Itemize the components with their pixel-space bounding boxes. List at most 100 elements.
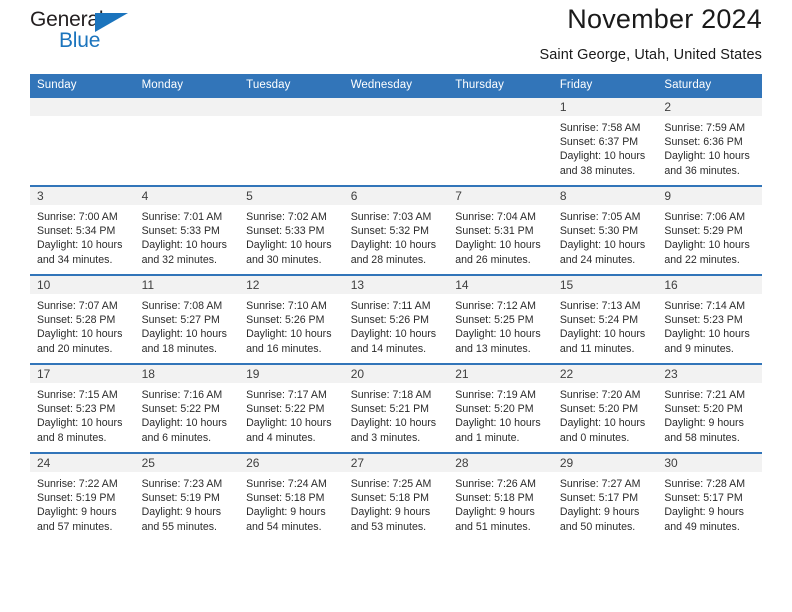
calendar-day-cell[interactable]: 30 Sunrise: 7:28 AM Sunset: 5:17 PM Dayligh… — [657, 452, 762, 542]
sunset-text: Sunset: 5:34 PM — [37, 225, 116, 238]
calendar-day-cell[interactable]: 13 Sunrise: 7:11 AM Sunset: 5:26 PM Dayligh… — [343, 274, 449, 364]
day-details: Sunrise: 7:05 AM Sunset: 5:30 PM Daylight:… — [553, 205, 658, 267]
calendar-day-cell[interactable]: 21 Sunrise: 7:19 AM Sunset: 5:20 PM Dayligh… — [448, 363, 553, 453]
day-details: Sunrise: 7:10 AM Sunset: 5:26 PM Daylight:… — [239, 294, 344, 356]
calendar-day-cell[interactable]: 10 Sunrise: 7:07 AM Sunset: 5:28 PM Dayligh… — [30, 274, 135, 364]
sunset-text: Sunset: 5:27 PM — [141, 314, 220, 327]
daylight-text: Daylight: 10 hours — [559, 150, 646, 163]
daylight-text: Daylight: 10 hours — [350, 417, 437, 430]
calendar-day-cell[interactable]: 19 Sunrise: 7:17 AM Sunset: 5:22 PM Dayligh… — [239, 363, 344, 453]
day-number: 28 — [448, 454, 553, 472]
daylight-text: and 4 minutes. — [246, 431, 316, 444]
title-block: November 2024 Saint George, Utah, United… — [539, 0, 762, 66]
page-subtitle: Saint George, Utah, United States — [539, 47, 762, 63]
calendar-day-cell[interactable]: 6 Sunrise: 7:03 AM Sunset: 5:32 PM Daylight… — [343, 185, 449, 275]
day-number: 2 — [657, 98, 762, 116]
calendar-cell-empty — [134, 96, 240, 186]
sunset-text: Sunset: 6:36 PM — [664, 136, 743, 149]
daylight-text: Daylight: 10 hours — [246, 239, 332, 252]
daylight-text: Daylight: 9 hours — [664, 506, 744, 519]
sunset-text: Sunset: 5:22 PM — [246, 403, 325, 416]
daylight-text: Daylight: 10 hours — [664, 328, 750, 341]
calendar-day-cell[interactable]: 22 Sunrise: 7:20 AM Sunset: 5:20 PM Dayligh… — [552, 363, 658, 453]
sunset-text: Sunset: 5:26 PM — [350, 314, 430, 327]
calendar-day-cell[interactable]: 15 Sunrise: 7:13 AM Sunset: 5:24 PM Dayligh… — [552, 274, 658, 364]
sunset-text: Sunset: 5:25 PM — [455, 314, 534, 327]
day-number: 6 — [343, 187, 449, 205]
calendar-day-cell[interactable]: 11 Sunrise: 7:08 AM Sunset: 5:27 PM Dayligh… — [134, 274, 240, 364]
calendar-day-cell[interactable]: 29 Sunrise: 7:27 AM Sunset: 5:17 PM Dayligh… — [552, 452, 658, 542]
calendar-day-cell[interactable]: 7 Sunrise: 7:04 AM Sunset: 5:31 PM Daylight… — [448, 185, 553, 275]
daylight-text: and 14 minutes. — [350, 342, 427, 355]
sunrise-text: Sunrise: 7:08 AM — [141, 300, 223, 312]
sunset-text: Sunset: 5:17 PM — [559, 492, 639, 505]
calendar-day-cell[interactable]: 25 Sunrise: 7:23 AM Sunset: 5:19 PM Dayligh… — [134, 452, 240, 542]
daylight-text: Daylight: 10 hours — [664, 239, 750, 252]
day-number: 30 — [657, 454, 762, 472]
day-number: 1 — [552, 98, 658, 116]
day-details: Sunrise: 7:24 AM Sunset: 5:18 PM Daylight:… — [239, 472, 344, 534]
day-details: Sunrise: 7:25 AM Sunset: 5:18 PM Daylight:… — [344, 472, 449, 534]
daylight-text: and 18 minutes. — [141, 342, 217, 355]
daylight-text: and 58 minutes. — [664, 431, 740, 444]
sunset-text: Sunset: 5:32 PM — [350, 225, 430, 238]
daylight-text: and 51 minutes. — [455, 520, 531, 533]
brand-logo[interactable]: General Blue — [30, 8, 145, 60]
weekday-header-monday: Monday — [134, 74, 240, 97]
calendar-day-cell[interactable]: 24 Sunrise: 7:22 AM Sunset: 5:19 PM Dayligh… — [30, 452, 135, 542]
calendar-week-row: 24 Sunrise: 7:22 AM Sunset: 5:19 PM Dayligh… — [30, 452, 762, 542]
calendar-day-cell[interactable]: 3 Sunrise: 7:00 AM Sunset: 5:34 PM Daylight… — [30, 185, 135, 275]
sunrise-text: Sunrise: 7:06 AM — [664, 211, 746, 223]
calendar-week-row: 10 Sunrise: 7:07 AM Sunset: 5:28 PM Dayligh… — [30, 274, 762, 364]
sunrise-text: Sunrise: 7:19 AM — [455, 389, 536, 401]
daylight-text: Daylight: 10 hours — [455, 417, 541, 430]
calendar-day-cell[interactable]: 17 Sunrise: 7:15 AM Sunset: 5:23 PM Dayligh… — [30, 363, 135, 453]
sunrise-text: Sunrise: 7:00 AM — [37, 211, 118, 223]
calendar-day-cell[interactable]: 5 Sunrise: 7:02 AM Sunset: 5:33 PM Daylight… — [239, 185, 344, 275]
calendar-day-cell[interactable]: 1 Sunrise: 7:58 AM Sunset: 6:37 PM Daylight… — [552, 96, 658, 186]
calendar-day-cell[interactable]: 26 Sunrise: 7:24 AM Sunset: 5:18 PM Dayligh… — [239, 452, 344, 542]
sunset-text: Sunset: 5:17 PM — [664, 492, 743, 505]
daylight-text: and 26 minutes. — [455, 253, 531, 266]
day-number: 10 — [30, 276, 135, 294]
day-number: 24 — [30, 454, 135, 472]
calendar-day-cell[interactable]: 12 Sunrise: 7:10 AM Sunset: 5:26 PM Dayligh… — [239, 274, 344, 364]
calendar-day-cell[interactable]: 27 Sunrise: 7:25 AM Sunset: 5:18 PM Dayligh… — [343, 452, 449, 542]
daylight-text: and 53 minutes. — [350, 520, 427, 533]
day-number: 13 — [343, 276, 449, 294]
day-number: 27 — [343, 454, 449, 472]
day-details: Sunrise: 7:20 AM Sunset: 5:20 PM Daylight:… — [553, 383, 658, 445]
calendar-day-cell[interactable]: 9 Sunrise: 7:06 AM Sunset: 5:29 PM Daylight… — [657, 185, 762, 275]
calendar-day-cell[interactable]: 2 Sunrise: 7:59 AM Sunset: 6:36 PM Daylight… — [657, 96, 762, 186]
sunrise-sunset-calendar: Sunday Monday Tuesday Wednesday Thursday Frid… — [30, 74, 762, 542]
sunrise-text: Sunrise: 7:25 AM — [350, 478, 432, 490]
daylight-text: Daylight: 10 hours — [141, 417, 227, 430]
calendar-day-cell[interactable]: 14 Sunrise: 7:12 AM Sunset: 5:25 PM Dayligh… — [448, 274, 553, 364]
daylight-text: and 16 minutes. — [246, 342, 322, 355]
daylight-text: and 9 minutes. — [664, 342, 734, 355]
sunrise-text: Sunrise: 7:02 AM — [246, 211, 327, 223]
day-details: Sunrise: 7:26 AM Sunset: 5:18 PM Daylight:… — [448, 472, 553, 534]
day-details: Sunrise: 7:17 AM Sunset: 5:22 PM Daylight:… — [239, 383, 344, 445]
day-number: 3 — [30, 187, 135, 205]
daylight-text: Daylight: 10 hours — [141, 328, 227, 341]
daylight-text: Daylight: 10 hours — [246, 328, 332, 341]
day-number — [30, 98, 135, 116]
day-details — [30, 116, 135, 121]
daylight-text: and 22 minutes. — [664, 253, 740, 266]
calendar-day-cell[interactable]: 23 Sunrise: 7:21 AM Sunset: 5:20 PM Dayligh… — [657, 363, 762, 453]
calendar-cell-empty — [239, 96, 344, 186]
sunrise-text: Sunrise: 7:24 AM — [246, 478, 327, 490]
daylight-text: and 55 minutes. — [141, 520, 217, 533]
sunset-text: Sunset: 5:29 PM — [664, 225, 743, 238]
calendar-day-cell[interactable]: 20 Sunrise: 7:18 AM Sunset: 5:21 PM Dayligh… — [343, 363, 449, 453]
calendar-day-cell[interactable]: 18 Sunrise: 7:16 AM Sunset: 5:22 PM Dayligh… — [134, 363, 240, 453]
calendar-day-cell[interactable]: 4 Sunrise: 7:01 AM Sunset: 5:33 PM Daylight… — [134, 185, 240, 275]
calendar-day-cell[interactable]: 8 Sunrise: 7:05 AM Sunset: 5:30 PM Daylight… — [552, 185, 658, 275]
calendar-day-cell[interactable]: 28 Sunrise: 7:26 AM Sunset: 5:18 PM Dayligh… — [448, 452, 553, 542]
daylight-text: Daylight: 10 hours — [350, 239, 437, 252]
sunrise-text: Sunrise: 7:22 AM — [37, 478, 118, 490]
calendar-day-cell[interactable]: 16 Sunrise: 7:14 AM Sunset: 5:23 PM Dayligh… — [657, 274, 762, 364]
brand-name-blue: Blue — [59, 29, 101, 52]
weekday-header-thursday: Thursday — [448, 74, 553, 97]
